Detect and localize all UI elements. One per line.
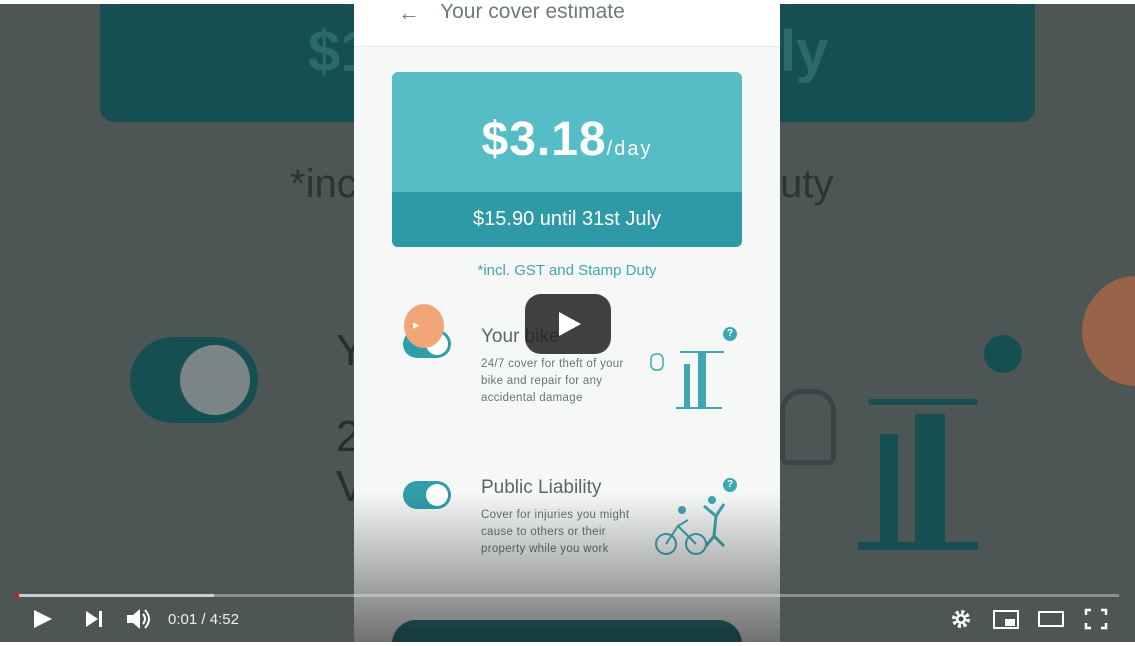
settings-button[interactable] <box>948 603 974 635</box>
background-orange-tab <box>1082 276 1135 386</box>
current-time: 0:01 <box>168 611 198 628</box>
price-amount: $3.18 <box>481 113 607 166</box>
fullscreen-icon <box>1084 608 1108 630</box>
next-icon <box>86 611 102 627</box>
progress-bar[interactable] <box>15 594 1119 597</box>
page-title: Your cover estimate <box>440 4 625 23</box>
price-unit: /day <box>606 138 653 160</box>
back-arrow-icon[interactable]: ← <box>398 4 420 24</box>
liability-cover-description: Cover for injuries you might cause to ot… <box>481 509 630 555</box>
bike-cover-help-icon[interactable]: ? <box>723 327 737 341</box>
background-banner-text-right: ly <box>780 19 829 84</box>
background-bike-icon <box>880 434 898 544</box>
app-bar: ← Your cover estimate <box>354 4 780 47</box>
time-separator: / <box>201 611 206 628</box>
large-play-button[interactable] <box>525 294 611 354</box>
progress-played <box>15 594 19 597</box>
miniplayer-icon <box>993 610 1019 629</box>
background-toggle <box>130 337 258 423</box>
play-button[interactable] <box>30 603 56 635</box>
liability-cover-help-icon[interactable]: ? <box>723 478 737 492</box>
continue-button[interactable] <box>392 620 742 642</box>
bike-icon <box>650 351 724 409</box>
theater-icon <box>1038 611 1064 627</box>
volume-icon <box>127 609 150 629</box>
fullscreen-button[interactable] <box>1082 603 1110 635</box>
background-bike-frame <box>915 414 945 549</box>
price-until: $15.90 until 31st July <box>392 192 742 247</box>
progress-buffered <box>15 594 214 597</box>
play-icon <box>559 312 581 336</box>
bike-cover-description: 24/7 cover for theft of your bike and re… <box>481 358 624 404</box>
cyclists-icon <box>655 496 726 555</box>
side-chat-tab[interactable]: ▸ <box>404 304 444 348</box>
price-card: $3.18/day $15.90 until 31st July <box>392 72 742 247</box>
chevron-icon: ▸ <box>413 317 420 332</box>
toggle-knob <box>426 484 448 506</box>
volume-button[interactable] <box>124 603 154 635</box>
background-bike-stand <box>858 542 978 550</box>
background-help-icon <box>984 335 1022 373</box>
miniplayer-button[interactable] <box>991 603 1021 635</box>
video-player[interactable]: $1 ly *inc uty Y 2 V ← Your cover estima… <box>0 4 1135 642</box>
play-icon <box>34 610 52 628</box>
tax-note: *incl. GST and Stamp Duty <box>477 262 657 279</box>
next-button[interactable] <box>82 603 108 635</box>
background-bike-handlebar <box>868 399 978 405</box>
background-incl-text-right: uty <box>780 162 834 206</box>
liability-cover-title: Public Liability <box>481 477 602 498</box>
time-display: 0:01 / 4:52 <box>168 611 239 628</box>
daily-price: $3.18/day <box>392 112 742 167</box>
background-lock-icon <box>780 389 836 465</box>
background-incl-text-left: *inc <box>290 162 357 206</box>
settings-icon <box>952 610 970 628</box>
theater-mode-button[interactable] <box>1036 603 1066 635</box>
liability-cover-toggle[interactable] <box>403 481 451 509</box>
duration: 4:52 <box>209 611 239 628</box>
